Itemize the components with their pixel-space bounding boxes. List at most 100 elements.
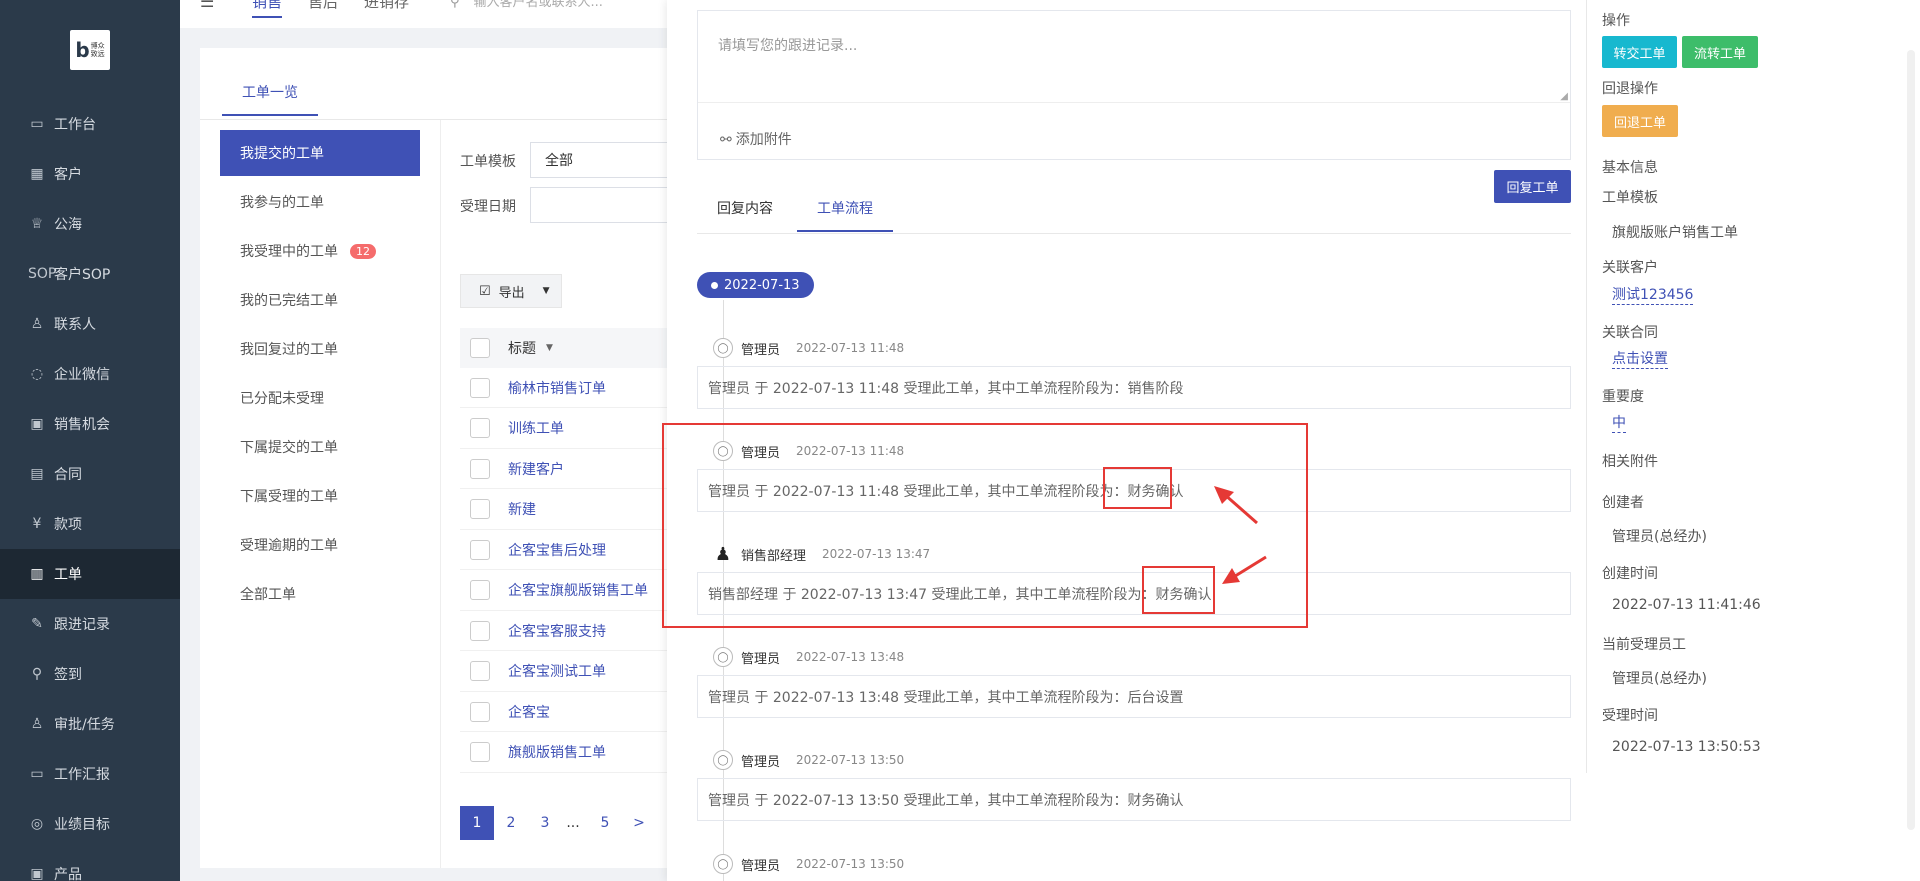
rollback-ticket-button[interactable]: 回退工单 xyxy=(1602,105,1678,137)
ticket-filter-item[interactable]: 我受理中的工单 12 xyxy=(220,228,420,274)
ticket-title-link[interactable]: 企客宝测试工单 xyxy=(508,661,606,681)
sidebar-item-work-report[interactable]: ▭ 工作汇报 xyxy=(0,749,180,799)
sidebar-item-sales-opportunity[interactable]: ▣ 销售机会 xyxy=(0,399,180,449)
sidebar-item-performance-goal[interactable]: ◎ 业绩目标 xyxy=(0,799,180,849)
timeline-user: 管理员 xyxy=(741,342,781,358)
tab-reply-content[interactable]: 回复内容 xyxy=(717,198,773,230)
reply-textarea[interactable]: 请填写您的跟进记录... xyxy=(698,11,1570,103)
contacts-icon: ♙ xyxy=(30,316,44,332)
priority-link[interactable]: 中 xyxy=(1612,412,1626,433)
sidebar-item-product[interactable]: ▣ 产品 xyxy=(0,849,180,881)
sidebar-item-label: 签到 xyxy=(54,667,82,683)
ticket-filter-item[interactable]: 下属受理的工单 xyxy=(220,473,420,519)
tab-ticket-overview[interactable]: 工单一览 xyxy=(222,82,318,116)
title-column-header[interactable]: 标题 xyxy=(508,338,536,358)
date-filter-input[interactable] xyxy=(530,187,670,223)
sidebar-item-customer-sop[interactable]: SOP 客户SOP xyxy=(0,249,180,299)
ticket-filter-item[interactable]: 我回复过的工单 xyxy=(220,326,420,372)
select-all-checkbox[interactable] xyxy=(470,338,490,358)
add-attachment-link[interactable]: ⚯ 添加附件 xyxy=(720,129,792,149)
row-checkbox[interactable] xyxy=(470,742,490,762)
row-checkbox[interactable] xyxy=(470,377,490,398)
ticket-filter-item[interactable]: 已分配未受理 xyxy=(220,375,420,421)
sidebar-item-label: 客户 xyxy=(54,167,82,183)
sidebar-item-label: 工作台 xyxy=(54,117,96,133)
ticket-filter-item[interactable]: 受理逾期的工单 xyxy=(220,522,420,568)
tab-ticket-flow[interactable]: 工单流程 xyxy=(797,198,893,232)
sidebar-item-follow-up[interactable]: ✎ 跟进记录 xyxy=(0,599,180,649)
template-filter-select[interactable]: 全部 xyxy=(530,142,670,178)
ticket-title-link[interactable]: 企客宝旗舰版销售工单 xyxy=(508,580,648,600)
sidebar-item-public-pool[interactable]: ♕ 公海 xyxy=(0,199,180,249)
sidebar-item-wecom[interactable]: ◌ 企业微信 xyxy=(0,349,180,399)
export-button[interactable]: ☑ 导出 ▼ xyxy=(460,274,562,308)
search-input[interactable]: ⚲ 输入客户名或联系人... xyxy=(450,0,603,10)
sort-icon[interactable]: ▼ xyxy=(546,343,553,353)
tab-sales[interactable]: 销售 xyxy=(252,0,283,18)
ticket-title-link[interactable]: 训练工单 xyxy=(508,418,564,438)
table-row: 旗舰版销售工单 xyxy=(460,733,670,773)
reply-ticket-button[interactable]: 回复工单 xyxy=(1494,170,1571,203)
tab-inventory[interactable]: 进销存 xyxy=(364,0,409,12)
ticket-filter-item[interactable]: 下属提交的工单 xyxy=(220,424,420,470)
ticket-filter-item[interactable]: 我提交的工单 xyxy=(220,130,420,176)
ticket-filter-item[interactable]: 我参与的工单 xyxy=(220,179,420,225)
rollback-label: 回退操作 xyxy=(1602,81,1658,97)
next-page-icon[interactable]: > xyxy=(622,806,656,840)
sidebar-item-label: 跟进记录 xyxy=(54,617,110,633)
page-button[interactable]: ... xyxy=(558,806,588,840)
row-checkbox[interactable] xyxy=(470,458,490,479)
ticket-title-link[interactable]: 企客宝 xyxy=(508,702,550,722)
timeline-user: 管理员 xyxy=(741,651,781,667)
ticket-title-link[interactable]: 旗舰版销售工单 xyxy=(508,742,606,762)
ticket-filter-item[interactable]: 我的已完结工单 xyxy=(220,277,420,323)
timeline-entry-content: 管理员 于 2022-07-13 11:48 受理此工单，其中工单流程阶段为：销… xyxy=(697,366,1571,409)
contract-icon: ▤ xyxy=(30,466,44,482)
ticket-title-link[interactable]: 榆林市销售订单 xyxy=(508,378,606,398)
row-checkbox[interactable] xyxy=(470,701,490,722)
flow-ticket-button[interactable]: 流转工单 xyxy=(1682,36,1758,68)
row-checkbox[interactable] xyxy=(470,620,490,641)
sidebar-item-label: 企业微信 xyxy=(54,367,110,383)
menu-toggle-icon[interactable]: ☰ xyxy=(200,0,214,11)
row-checkbox[interactable] xyxy=(470,539,490,560)
row-checkbox[interactable] xyxy=(470,418,490,438)
row-checkbox[interactable] xyxy=(470,499,490,519)
basic-info-label: 基本信息 xyxy=(1602,160,1658,176)
sidebar-item-check-in[interactable]: ⚲ 签到 xyxy=(0,649,180,699)
sidebar-item-workbench[interactable]: ▭ 工作台 xyxy=(0,99,180,149)
page-button[interactable]: 2 xyxy=(494,806,528,840)
sidebar-item-customer[interactable]: ▦ 客户 xyxy=(0,149,180,199)
ticket-filter-item[interactable]: 全部工单 xyxy=(220,571,420,617)
transfer-ticket-button[interactable]: 转交工单 xyxy=(1602,36,1677,68)
row-checkbox[interactable] xyxy=(470,580,490,600)
avatar-icon: ◯ xyxy=(713,338,733,358)
sidebar-item-payment[interactable]: ¥ 款项 xyxy=(0,499,180,549)
resize-handle-icon[interactable]: ◢ xyxy=(1560,91,1568,102)
sidebar-item-contacts[interactable]: ♙ 联系人 xyxy=(0,299,180,349)
page-button[interactable]: 3 xyxy=(528,806,562,840)
scrollbar[interactable] xyxy=(1907,50,1915,830)
table-header: 标题 ▼ xyxy=(460,328,670,368)
ticket-title-link[interactable]: 企客宝售后处理 xyxy=(508,540,606,560)
ticket-detail-drawer: 请填写您的跟进记录... ◢ ⚯ 添加附件 回复工单 回复内容 工单流程 2022… xyxy=(662,0,1920,881)
template-label: 工单模板 xyxy=(1602,190,1658,206)
customer-sop-icon: SOP xyxy=(28,266,57,282)
ticket-title-link[interactable]: 企客宝客服支持 xyxy=(508,621,606,641)
contract-link[interactable]: 点击设置 xyxy=(1612,348,1668,369)
page-button[interactable]: 5 xyxy=(588,806,622,840)
ticket-filter-label: 已分配未受理 xyxy=(240,391,324,407)
chevron-down-icon[interactable]: ▼ xyxy=(543,286,550,296)
table-row: 企客宝售后处理 xyxy=(460,530,670,570)
attachments-label: 相关附件 xyxy=(1602,454,1658,470)
page-button[interactable]: 1 xyxy=(460,806,494,840)
row-checkbox[interactable] xyxy=(470,661,490,681)
customer-link[interactable]: 测试123456 xyxy=(1612,284,1694,305)
ticket-title-link[interactable]: 新建客户 xyxy=(508,459,564,479)
sidebar-item-approval-task[interactable]: ♙ 审批/任务 xyxy=(0,699,180,749)
sidebar-item-contract[interactable]: ▤ 合同 xyxy=(0,449,180,499)
tab-aftersales[interactable]: 售后 xyxy=(308,0,338,12)
ticket-title-link[interactable]: 新建 xyxy=(508,499,536,519)
sidebar-item-ticket[interactable]: ▥ 工单 xyxy=(0,549,180,599)
ticket-filter-label: 我参与的工单 xyxy=(240,195,324,211)
